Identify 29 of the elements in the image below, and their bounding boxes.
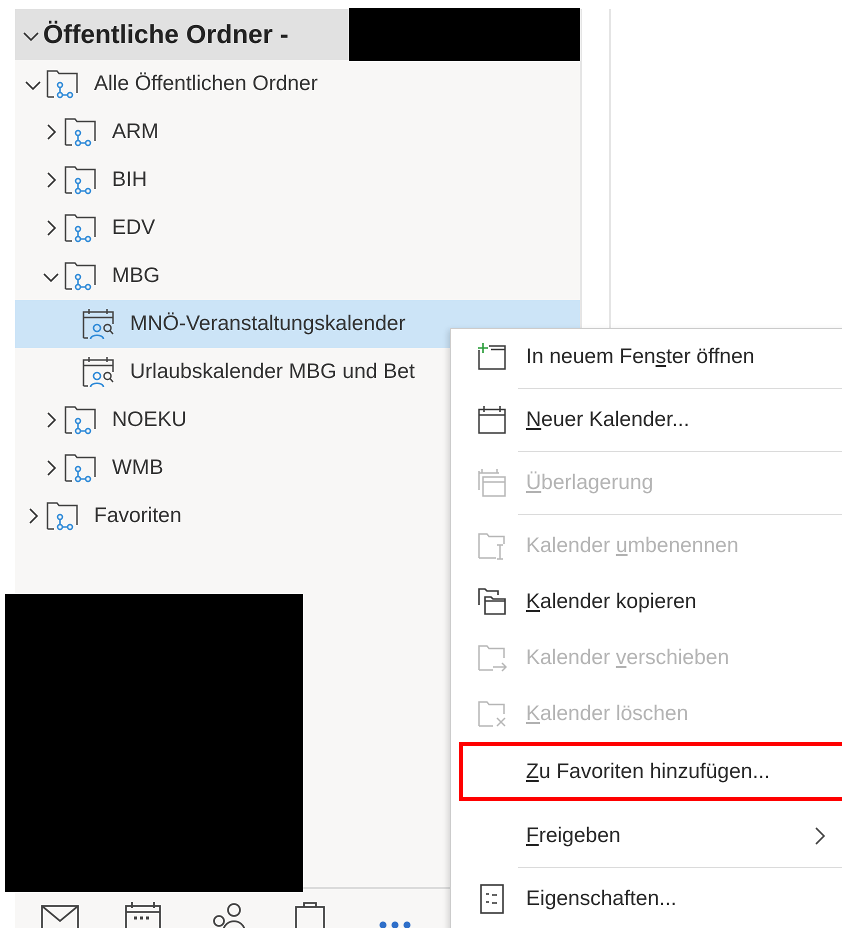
folder-tree-item[interactable]: BIH (15, 156, 580, 204)
pane-title: Öffentliche Ordner - (43, 19, 289, 50)
shared-folder-icon (46, 501, 80, 531)
shared-folder-icon (64, 213, 98, 243)
folder-arrow-icon (476, 643, 506, 673)
menu-item[interactable]: Eigenschaften... (451, 871, 842, 927)
folder-tree-item[interactable]: MBG (15, 252, 580, 300)
folder-tree-item[interactable]: ARM (15, 108, 580, 156)
shared-calendar-icon (82, 356, 116, 388)
folder-tree-item[interactable]: MNÖ-Veranstaltungskalender (15, 300, 580, 348)
shared-folder-icon (64, 405, 98, 435)
folder-cursor-icon (476, 531, 506, 561)
copy-folders-icon (476, 587, 506, 617)
calendar-icon[interactable] (125, 901, 163, 928)
calendar-icon (476, 405, 506, 435)
new-window-icon (476, 342, 506, 372)
menu-item[interactable]: Zu Favoriten hinzufügen... (459, 742, 842, 801)
shared-folder-icon (46, 69, 80, 99)
shared-folder-icon (64, 261, 98, 291)
stacked-calendars-icon (476, 468, 506, 498)
folder-tree-item[interactable]: Alle Öffentlichen Ordner (15, 60, 580, 108)
shared-folder-icon (64, 117, 98, 147)
shared-folder-icon (64, 453, 98, 483)
folder-tree-item[interactable]: EDV (15, 204, 580, 252)
folder-x-icon (476, 699, 506, 729)
shared-folder-icon (64, 165, 98, 195)
shared-calendar-icon (82, 308, 116, 340)
menu-item[interactable]: Kalender kopieren (451, 574, 842, 630)
submenu-chevron-icon (813, 825, 827, 847)
